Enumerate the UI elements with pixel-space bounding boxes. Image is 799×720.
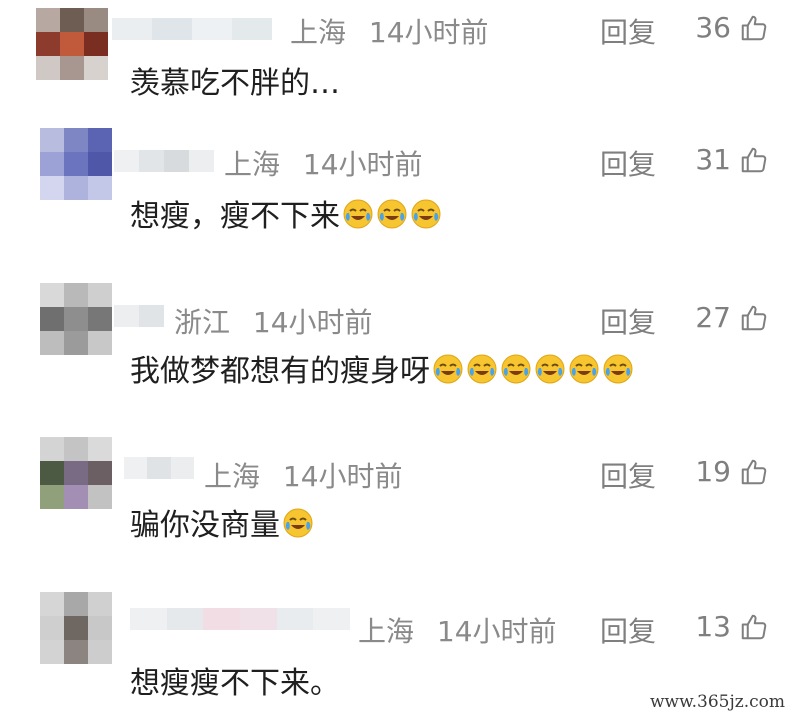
comment-meta: 上海 14小时前 [224, 143, 423, 183]
location: 上海 [224, 148, 281, 181]
comment-text: 想瘦，瘦不下来 [130, 191, 442, 235]
reply-button[interactable]: 回复 [600, 610, 656, 650]
laughing-crying-emoji-icon [282, 507, 314, 539]
avatar[interactable] [36, 8, 108, 80]
comment-meta: 浙江 14小时前 [174, 301, 373, 341]
laughing-crying-emoji-icon [342, 198, 374, 230]
like-count: 36 [695, 11, 731, 44]
avatar[interactable] [40, 128, 112, 200]
avatar[interactable] [40, 283, 112, 355]
comment-item: 上海 14小时前 回复 13 想瘦瘦不下来。 [0, 592, 799, 702]
comment-text: 我做梦都想有的瘦身呀 [130, 346, 634, 390]
like-button[interactable]: 13 [695, 610, 769, 643]
thumbs-up-icon [741, 459, 767, 484]
location: 浙江 [174, 306, 231, 339]
reply-button[interactable]: 回复 [600, 11, 656, 51]
comment-meta: 上海 14小时前 [204, 455, 403, 495]
thumbs-up-icon [741, 614, 767, 639]
comment-item: 上海 14小时前 回复 31 想瘦，瘦不下来 [0, 128, 799, 238]
username-blurred[interactable] [114, 150, 214, 172]
like-button[interactable]: 27 [695, 301, 769, 334]
laughing-crying-emoji-icon [534, 353, 566, 385]
location: 上海 [358, 615, 415, 648]
laughing-crying-emoji-icon [376, 198, 408, 230]
timestamp: 14小时前 [436, 615, 557, 648]
thumbs-up-icon [741, 305, 767, 330]
thumbs-up-icon [741, 147, 767, 172]
username-blurred[interactable] [112, 18, 272, 40]
laughing-crying-emoji-icon [466, 353, 498, 385]
timestamp: 14小时前 [368, 16, 489, 49]
like-count: 31 [695, 143, 731, 176]
like-count: 19 [695, 455, 731, 488]
comment-meta: 上海 14小时前 [290, 11, 489, 51]
timestamp: 14小时前 [282, 460, 403, 493]
like-button[interactable]: 31 [695, 143, 769, 176]
username-blurred[interactable] [114, 305, 164, 327]
laughing-crying-emoji-icon [432, 353, 464, 385]
timestamp: 14小时前 [302, 148, 423, 181]
emoji-group [280, 505, 314, 540]
avatar[interactable] [40, 592, 112, 664]
thumbs-up-icon [741, 15, 767, 40]
laughing-crying-emoji-icon [410, 198, 442, 230]
username-blurred[interactable] [124, 457, 194, 479]
comment-text: 羡慕吃不胖的… [130, 66, 340, 101]
emoji-group [430, 351, 634, 386]
reply-button[interactable]: 回复 [600, 143, 656, 183]
reply-button[interactable]: 回复 [600, 455, 656, 495]
avatar[interactable] [40, 437, 112, 509]
like-button[interactable]: 19 [695, 455, 769, 488]
comment-item: 浙江 14小时前 回复 27 我做梦都想有的瘦身呀 [0, 283, 799, 393]
like-button[interactable]: 36 [695, 11, 769, 44]
username-blurred[interactable] [130, 608, 351, 630]
comment-item: 上海 14小时前 回复 36 羡慕吃不胖的… [0, 0, 799, 110]
like-count: 13 [695, 610, 731, 643]
timestamp: 14小时前 [252, 306, 373, 339]
watermark: www.365jz.com [650, 692, 785, 712]
laughing-crying-emoji-icon [602, 353, 634, 385]
laughing-crying-emoji-icon [568, 353, 600, 385]
comment-item: 上海 14小时前 回复 19 骗你没商量 [0, 437, 799, 547]
comment-text: 想瘦瘦不下来。 [130, 666, 340, 701]
emoji-group [340, 196, 442, 231]
reply-button[interactable]: 回复 [600, 301, 656, 341]
location: 上海 [290, 16, 347, 49]
comment-meta: 上海 14小时前 [358, 610, 557, 650]
comment-text: 骗你没商量 [130, 500, 314, 544]
like-count: 27 [695, 301, 731, 334]
laughing-crying-emoji-icon [500, 353, 532, 385]
location: 上海 [204, 460, 261, 493]
